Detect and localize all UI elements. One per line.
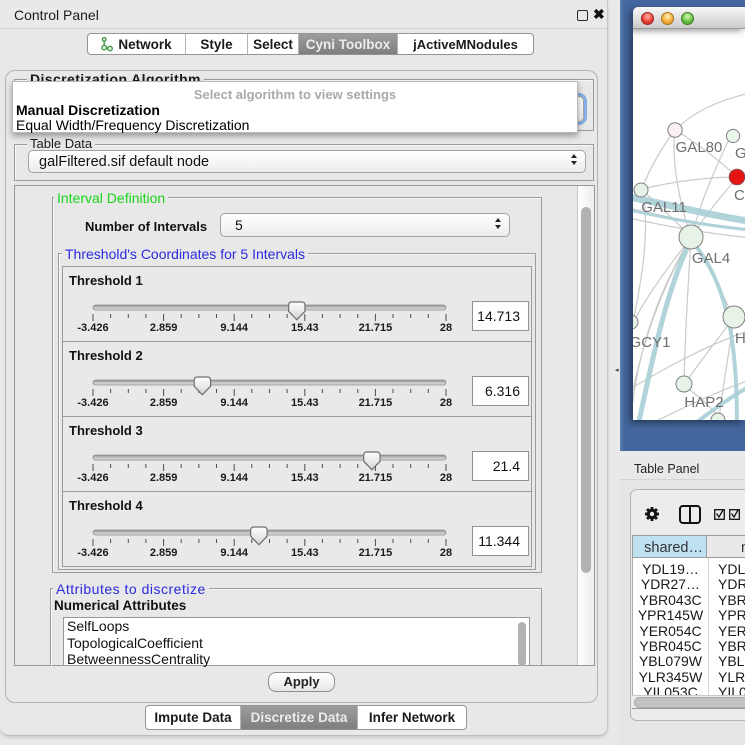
svg-text:28: 28 (440, 472, 452, 484)
svg-text:15.43: 15.43 (291, 472, 319, 484)
svg-text:2.859: 2.859 (150, 322, 178, 334)
svg-text:GAL80: GAL80 (676, 139, 723, 156)
svg-text:GAL11: GAL11 (641, 199, 687, 216)
svg-text:28: 28 (440, 322, 452, 334)
svg-text:2.859: 2.859 (150, 472, 178, 484)
svg-text:2.859: 2.859 (150, 547, 178, 559)
svg-text:9.144: 9.144 (220, 397, 248, 409)
svg-text:GAL3: GAL3 (735, 145, 745, 162)
svg-text:15.43: 15.43 (291, 322, 319, 334)
svg-text:-3.426: -3.426 (77, 322, 108, 334)
svg-text:9.144: 9.144 (220, 547, 248, 559)
svg-text:15.43: 15.43 (291, 547, 319, 559)
svg-text:21.715: 21.715 (359, 472, 393, 484)
svg-text:HAP2: HAP2 (684, 394, 723, 411)
svg-text:28: 28 (440, 547, 452, 559)
svg-text:GCY1: GCY1 (633, 334, 670, 351)
svg-text:15.43: 15.43 (291, 397, 319, 409)
svg-text:GAL4: GAL4 (692, 250, 730, 267)
svg-text:-3.426: -3.426 (77, 397, 108, 409)
svg-text:9.144: 9.144 (220, 472, 248, 484)
svg-text:21.715: 21.715 (359, 547, 393, 559)
svg-text:2.859: 2.859 (150, 397, 178, 409)
svg-text:HI: HI (735, 330, 745, 347)
svg-text:28: 28 (440, 397, 452, 409)
svg-text:21.715: 21.715 (359, 322, 393, 334)
svg-text:-3.426: -3.426 (77, 547, 108, 559)
svg-text:9.144: 9.144 (220, 322, 248, 334)
svg-text:-3.426: -3.426 (77, 472, 108, 484)
svg-text:CD: CD (734, 187, 745, 204)
svg-text:21.715: 21.715 (359, 397, 393, 409)
